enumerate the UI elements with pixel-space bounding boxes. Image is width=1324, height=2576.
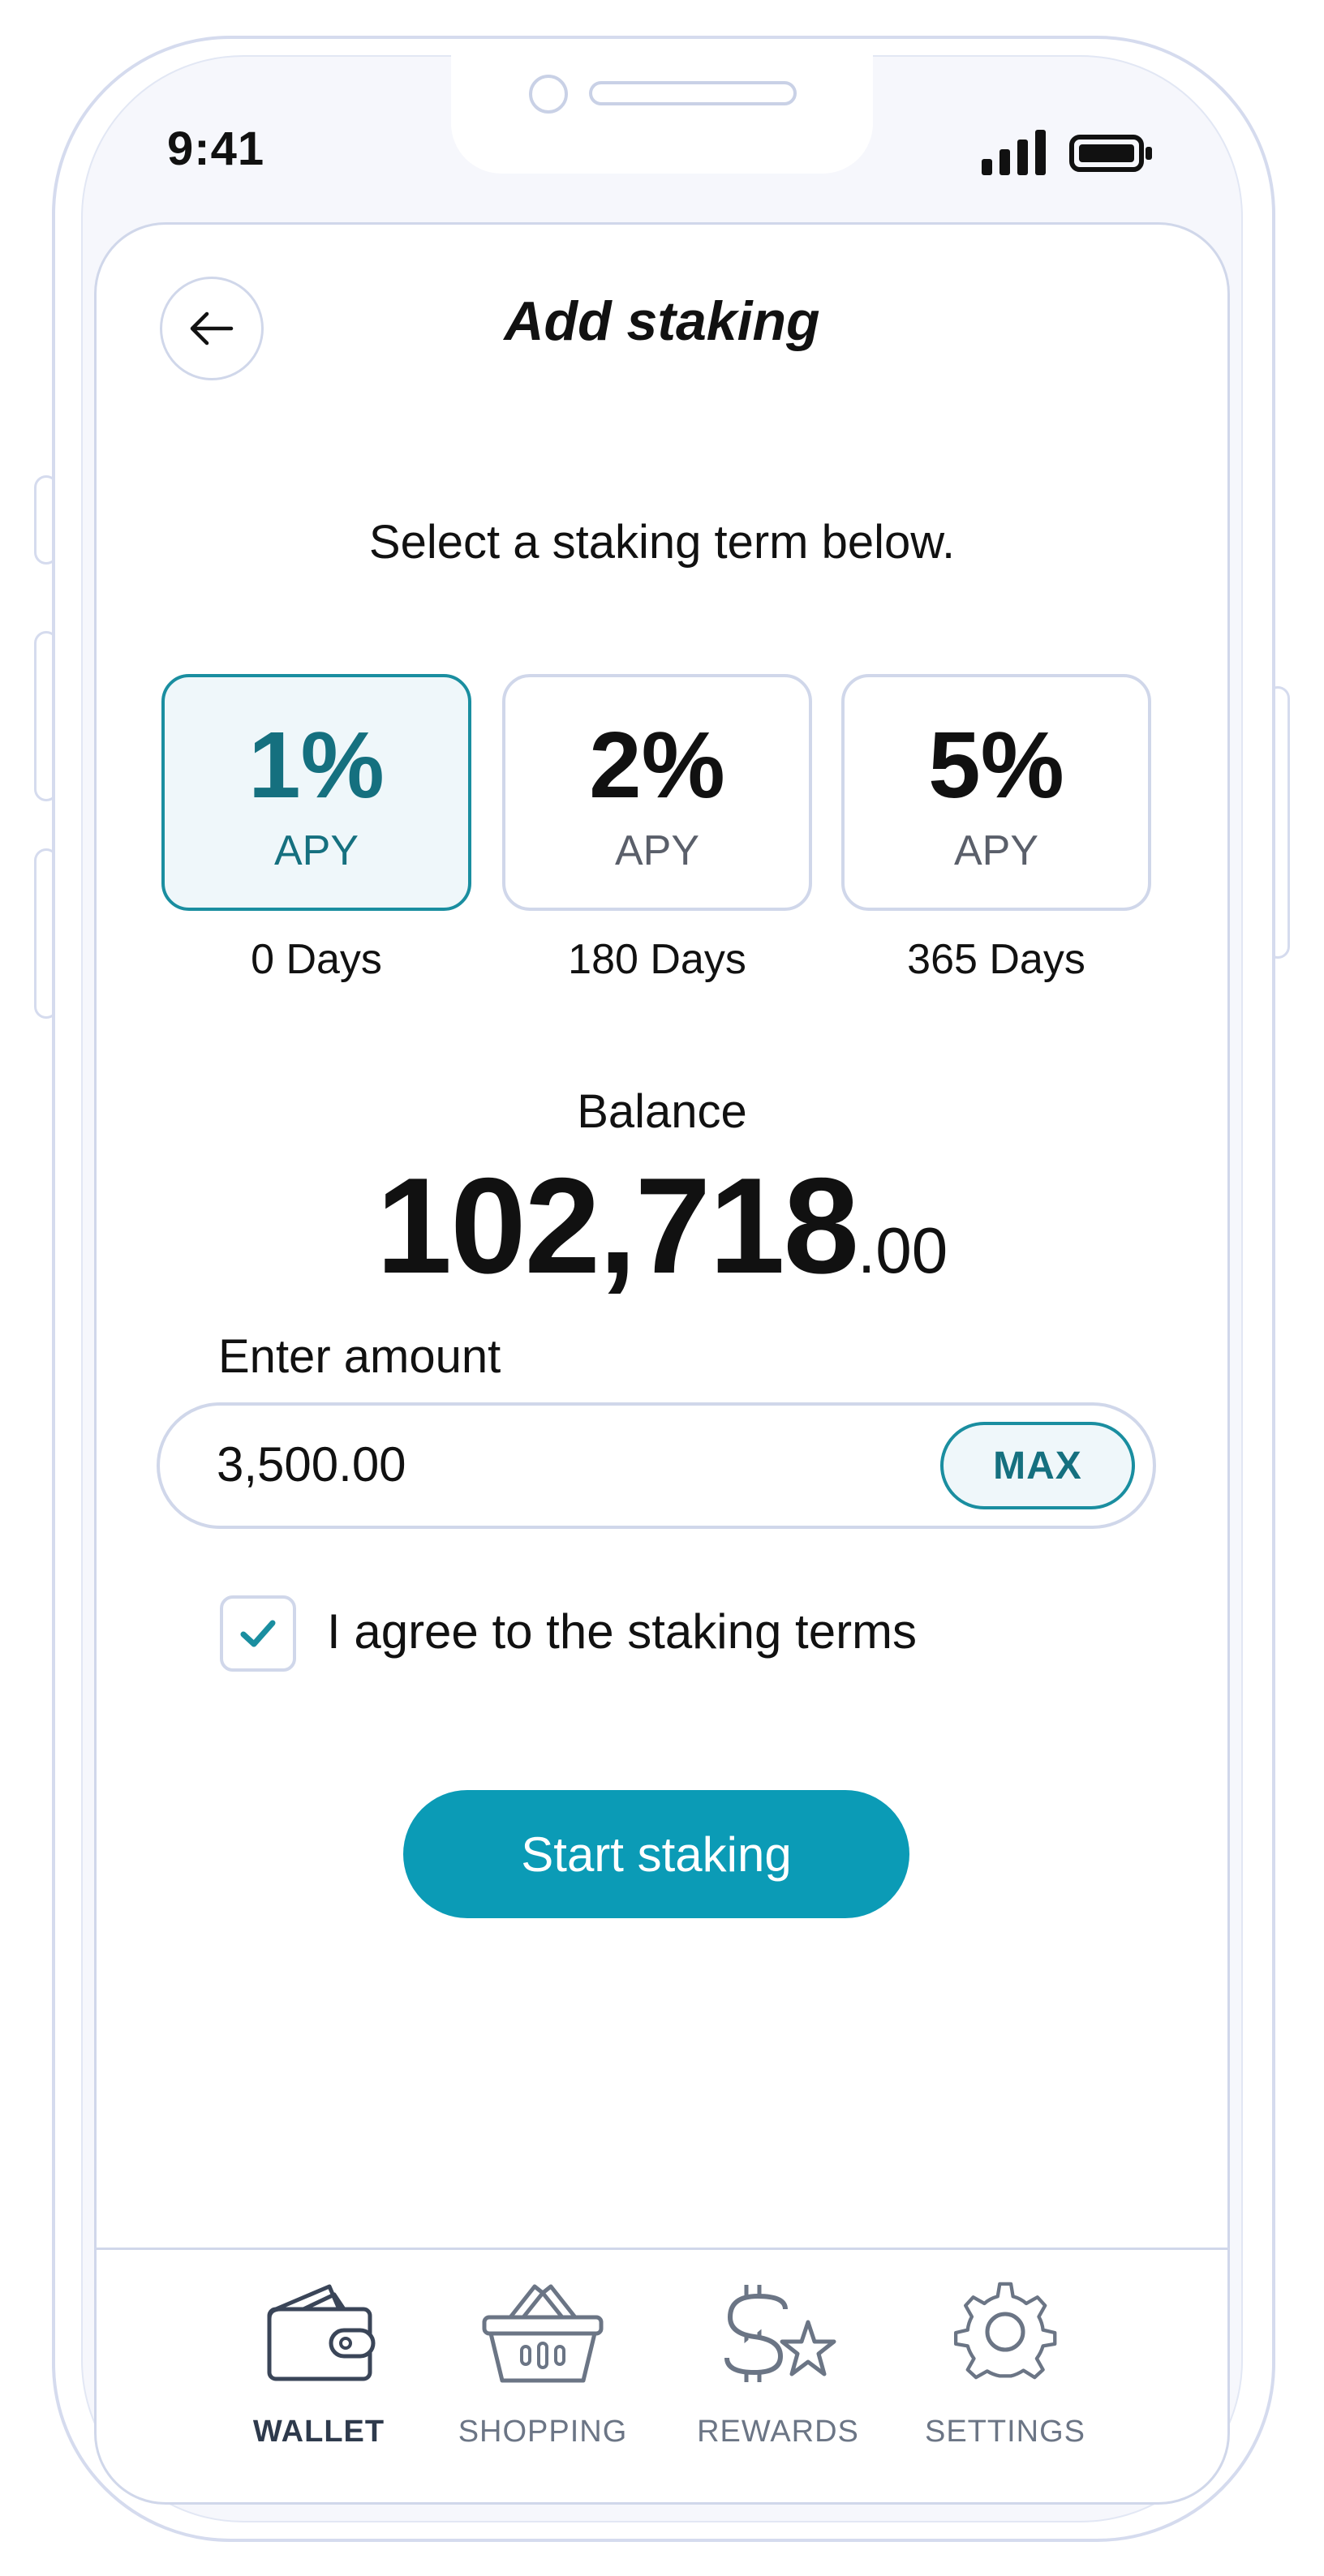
- status-time: 9:41: [167, 122, 265, 175]
- balance-label: Balance: [577, 1085, 747, 1138]
- start-staking-button[interactable]: Start staking: [403, 1790, 909, 1918]
- cellular-signal-icon: [982, 130, 1046, 175]
- term-days-label: 0 Days: [251, 936, 382, 983]
- tab-label: WALLET: [252, 2415, 385, 2449]
- earpiece-speaker: [589, 81, 797, 105]
- tab-label: SHOPPING: [458, 2415, 628, 2449]
- amount-label: Enter amount: [218, 1330, 501, 1383]
- shopping-basket-icon: [482, 2284, 604, 2383]
- balance-decimal: .00: [858, 1214, 948, 1286]
- tab-label: REWARDS: [697, 2415, 859, 2449]
- term-unit: APY: [953, 827, 1039, 874]
- term-unit: APY: [273, 827, 359, 874]
- balance-amount: 102,718.00: [97, 1157, 1227, 1294]
- tab-label: SETTINGS: [924, 2415, 1086, 2449]
- tab-bar-divider: [97, 2248, 1227, 2250]
- max-button[interactable]: MAX: [940, 1422, 1135, 1509]
- term-days-label: 365 Days: [907, 936, 1085, 983]
- term-rate: 5%: [928, 712, 1064, 818]
- term-days-label: 180 Days: [568, 936, 746, 983]
- battery-icon: [1069, 135, 1152, 172]
- term-rate: 2%: [589, 712, 725, 818]
- term-rate: 1%: [248, 712, 385, 818]
- checkmark-icon: [240, 1620, 276, 1647]
- amount-input[interactable]: 3,500.00 MAX: [157, 1402, 1156, 1529]
- tab-rewards[interactable]: REWARDS: [681, 2277, 875, 2463]
- page-title: Add staking: [504, 290, 820, 352]
- balance-integer: 102,718: [376, 1149, 859, 1302]
- term-card-0-days[interactable]: 1% APY: [161, 674, 471, 911]
- tab-shopping[interactable]: SHOPPING: [445, 2277, 640, 2463]
- wallet-icon: [267, 2284, 376, 2381]
- dollar-star-icon: [724, 2285, 836, 2382]
- agree-checkbox[interactable]: [220, 1595, 296, 1672]
- term-card-180-days[interactable]: 2% APY: [502, 674, 812, 911]
- term-card-365-days[interactable]: 5% APY: [841, 674, 1151, 911]
- tab-settings[interactable]: SETTINGS: [908, 2277, 1103, 2463]
- front-camera: [529, 75, 568, 114]
- gear-icon: [953, 2282, 1057, 2380]
- amount-value: 3,500.00: [217, 1437, 406, 1492]
- term-unit: APY: [614, 827, 700, 874]
- agree-label[interactable]: I agree to the staking terms: [327, 1604, 917, 1659]
- instruction-text: Select a staking term below.: [368, 516, 956, 569]
- app-screen: Add staking Select a staking term below.…: [94, 222, 1230, 2505]
- tab-wallet[interactable]: WALLET: [221, 2277, 416, 2463]
- phone-notch: [451, 55, 873, 174]
